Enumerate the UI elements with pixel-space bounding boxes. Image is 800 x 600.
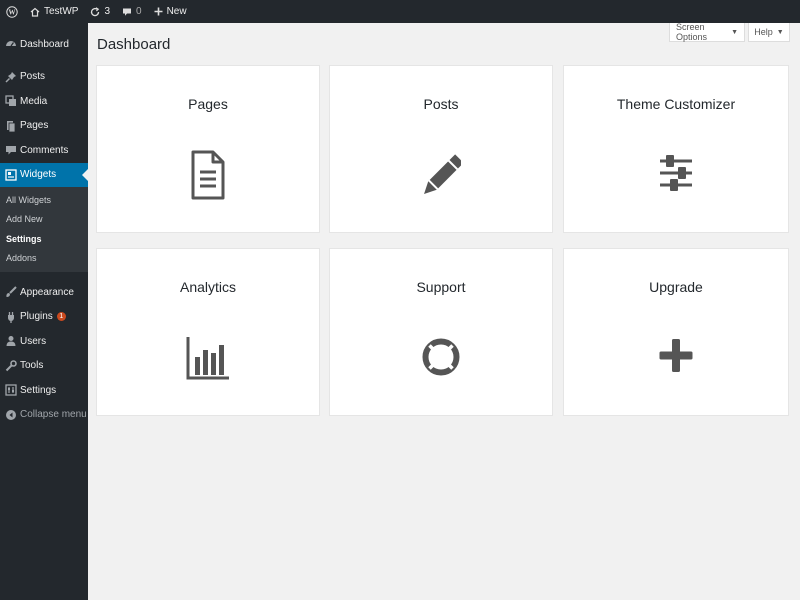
plus-icon	[154, 7, 163, 16]
comment-icon	[4, 144, 17, 157]
sidebar-item-posts[interactable]: Posts	[0, 65, 88, 90]
help-label: Help	[754, 27, 773, 37]
bar-chart-icon	[185, 333, 231, 383]
sidebar-item-label: Settings	[20, 384, 57, 396]
card-analytics[interactable]: Analytics	[96, 248, 320, 416]
sidebar-item-tools[interactable]: Tools	[0, 354, 88, 379]
sidebar-item-label: Comments	[20, 144, 69, 156]
card-title: Analytics	[179, 279, 237, 295]
sidebar-item-plugins[interactable]: Plugins 1	[0, 305, 88, 330]
admin-bar: W TestWP 3 0 New	[0, 0, 800, 23]
sidebar-item-widgets[interactable]: Widgets	[0, 162, 88, 187]
new-label: New	[166, 6, 187, 17]
plugins-update-badge: 1	[56, 312, 66, 322]
wordpress-logo-icon[interactable]: W	[0, 0, 24, 23]
sidebar-item-label: Appearance	[20, 286, 74, 298]
sidebar-item-users[interactable]: Users	[0, 329, 88, 354]
card-posts[interactable]: Posts	[329, 65, 553, 233]
help-button[interactable]: Help ▼	[748, 23, 790, 42]
card-support[interactable]: Support	[329, 248, 553, 416]
sidebar-item-comments[interactable]: Comments	[0, 138, 88, 163]
screen-options-label: Screen Options	[676, 22, 708, 42]
widgets-submenu: All Widgets Add New Settings Addons	[0, 187, 88, 272]
sidebar-item-dashboard[interactable]: Dashboard	[0, 32, 88, 57]
submenu-item-all-widgets[interactable]: All Widgets	[0, 190, 88, 210]
card-pages[interactable]: Pages	[96, 65, 320, 233]
caret-down-icon: ▼	[731, 28, 738, 36]
sidebar-item-pages[interactable]: Pages	[0, 114, 88, 139]
comment-icon	[122, 7, 132, 17]
sidebar-item-label: Posts	[20, 71, 46, 83]
card-upgrade[interactable]: Upgrade	[563, 248, 789, 416]
collapse-icon	[4, 408, 17, 421]
pin-icon	[4, 70, 17, 83]
sliders-icon	[658, 150, 694, 200]
plug-icon	[4, 310, 17, 323]
sidebar-item-label: Plugins	[20, 311, 53, 323]
updates-count: 3	[104, 6, 111, 17]
widgets-icon	[4, 168, 17, 181]
submenu-item-addons[interactable]: Addons	[0, 249, 88, 269]
sidebar-item-label: Users	[20, 335, 47, 347]
card-title: Pages	[188, 96, 228, 112]
user-icon	[4, 335, 17, 348]
admin-sidebar: Dashboard Posts Media Pages Comments Wid…	[0, 23, 88, 600]
caret-down-icon: ▼	[776, 28, 784, 36]
sidebar-item-label: Tools	[20, 360, 44, 372]
sidebar-item-label: Collapse menu	[20, 409, 87, 421]
brush-icon	[4, 286, 17, 299]
sidebar-item-label: Media	[20, 95, 48, 107]
submenu-item-add-new[interactable]: Add New	[0, 210, 88, 230]
sidebar-item-label: Dashboard	[20, 38, 69, 50]
pencil-icon	[421, 150, 461, 200]
card-title: Posts	[423, 96, 459, 112]
sidebar-item-label: Pages	[20, 120, 49, 132]
submenu-item-settings[interactable]: Settings	[0, 229, 88, 249]
dashboard-icon	[4, 38, 17, 51]
sidebar-item-appearance[interactable]: Appearance	[0, 280, 88, 305]
svg-text:W: W	[9, 8, 16, 16]
site-name-link[interactable]: TestWP	[24, 0, 84, 23]
wrench-icon	[4, 359, 17, 372]
sidebar-item-media[interactable]: Media	[0, 89, 88, 114]
media-icon	[4, 95, 17, 108]
page-title: Dashboard	[97, 36, 171, 53]
comments-count: 0	[136, 6, 142, 17]
comments-link[interactable]: 0	[116, 0, 148, 23]
refresh-icon	[90, 6, 100, 17]
screen-options-button[interactable]: Screen Options ▼	[669, 22, 745, 42]
pages-icon	[4, 119, 17, 132]
card-title: Upgrade	[649, 279, 703, 295]
document-icon	[191, 150, 225, 200]
card-title: Theme Customizer	[616, 96, 736, 112]
card-title: Support	[416, 279, 466, 295]
site-name: TestWP	[44, 6, 79, 17]
updates-link[interactable]: 3	[84, 0, 116, 23]
card-theme-customizer[interactable]: Theme Customizer	[563, 65, 789, 233]
home-icon	[30, 7, 40, 17]
collapse-menu-button[interactable]: Collapse menu	[0, 403, 88, 428]
new-content-link[interactable]: New	[148, 0, 193, 23]
plus-icon	[659, 333, 693, 383]
settings-icon	[4, 384, 17, 397]
lifebuoy-icon	[421, 333, 461, 383]
sidebar-item-settings[interactable]: Settings	[0, 378, 88, 403]
sidebar-item-label: Widgets	[20, 169, 57, 181]
